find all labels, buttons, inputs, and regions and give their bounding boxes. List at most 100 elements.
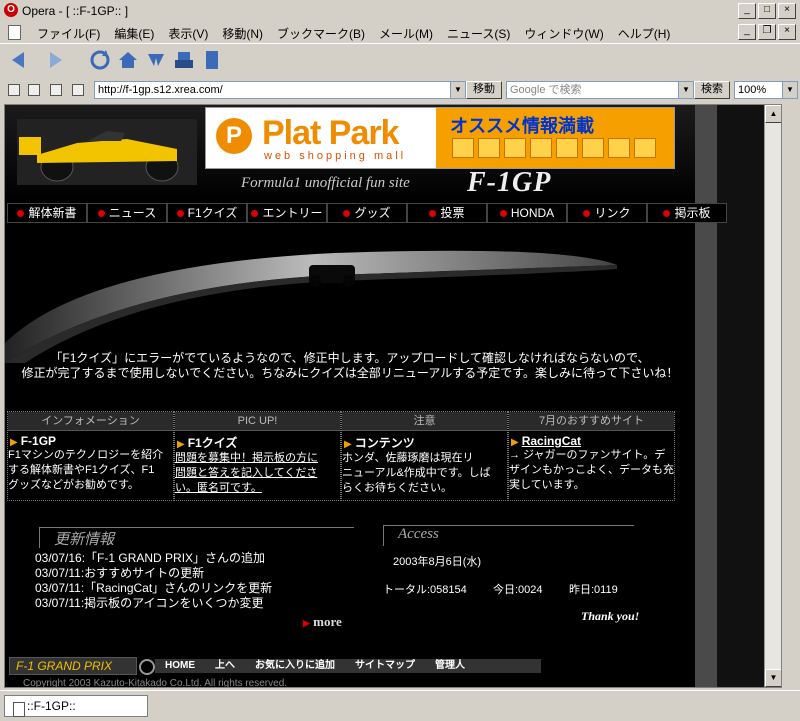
page-tab[interactable]: ::F-1GP:: [4,695,148,717]
menu-mail[interactable]: メール(M) [372,25,440,42]
access-header: Access [383,525,639,547]
lock-icon[interactable] [8,84,20,96]
footer-link-sitemap[interactable]: サイトマップ [345,659,425,673]
camera-icon[interactable] [28,84,40,96]
flag-icon [556,138,578,158]
print-icon[interactable] [172,48,196,72]
maximize-button[interactable]: □ [758,3,776,19]
footer-link-home[interactable]: HOME [155,659,205,673]
access-today: 今日:0024 [493,584,543,596]
bullet-icon [429,209,437,217]
site-nav: 解体新書 ニュース F1クイズ エントリー グッズ 投票 HONDA リンク 掲… [7,203,727,223]
shopping-icon [452,138,474,158]
home-icon[interactable] [116,48,140,72]
opera-logo-icon: O [4,3,18,17]
panel-pickup: PIC UP! ▶ F1クイズ 問題を募集中！掲示板の方に 問題と答えを記入してく… [174,411,341,501]
arrow-icon: ▶ [511,437,519,448]
nav-item-links[interactable]: リンク [567,203,647,223]
access-total: トータル:058154 [383,584,467,596]
nav-item-kaitai[interactable]: 解体新書 [7,203,87,223]
site-name: F-1GP [467,167,552,198]
address-input[interactable]: http://f-1gp.s12.xrea.com/ [94,81,467,99]
panel-caution: 注意 ▶ コンテンツ ホンダ、佐藤琢磨は現在リ ニューアル&作成中です。しば らく… [341,411,508,501]
platpark-logo-icon: P [216,118,252,154]
search-engine-dropdown-button[interactable]: ▼ [678,81,694,99]
menu-view[interactable]: 表示(V) [161,25,215,42]
bullet-icon [97,209,105,217]
footer-links: HOME 上へ お気に入りに追加 サイトマップ 管理人 [155,659,541,673]
nav-item-vote[interactable]: 投票 [407,203,487,223]
update-item[interactable]: 03/07/11:「RacingCat」さんのリンクを更新 [35,581,272,596]
bullet-icon [251,209,259,217]
back-icon[interactable] [6,48,30,72]
menu-navigate[interactable]: 移動(N) [215,25,270,42]
nav-item-news[interactable]: ニュース [87,203,167,223]
gift-icon [608,138,630,158]
nav-item-bbs[interactable]: 掲示板 [647,203,727,223]
nav-item-quiz[interactable]: F1クイズ [167,203,247,223]
page-icon[interactable] [200,48,224,72]
tools-icon [478,138,500,158]
panel-information: インフォメーション ▶ F-1GP F1マシンのテクノロジーを紹介 する解体新書や… [7,411,174,501]
document-icon [8,25,21,40]
menu-file[interactable]: ファイル(F) [30,25,107,42]
go-button[interactable]: 移動 [466,81,502,99]
hotlist-icon[interactable] [144,48,168,72]
navigation-toolbar [0,43,800,79]
address-dropdown-button[interactable]: ▼ [450,81,466,99]
menu-window[interactable]: ウィンドウ(W) [517,25,610,42]
hero-track-image [5,225,695,363]
search-button[interactable]: 検索 [694,81,730,99]
nav-item-honda[interactable]: HONDA [487,203,567,223]
menu-news[interactable]: ニュース(S) [440,25,517,42]
platpark-banner[interactable]: P Plat Park web shopping mall オススメ情報満載 [205,107,675,169]
scroll-down-button[interactable]: ▼ [765,669,781,687]
bullet-icon [663,209,671,217]
update-item: 03/07/11:おすすめサイトの更新 [35,566,205,580]
site-tagline: Formula1 unofficial fun site [241,175,410,191]
menu-bookmarks[interactable]: ブックマーク(B) [270,25,372,42]
close-button[interactable]: × [778,3,796,19]
search-input[interactable]: Google で検索 [506,81,685,99]
circle-icon [139,659,155,675]
footer-bar: F-1 GRAND PRIX HOME 上へ お気に入りに追加 サイトマップ 管… [5,655,545,675]
banner-icons [452,138,656,158]
more-link[interactable]: ▶ more [303,614,342,630]
forward-icon[interactable] [44,48,68,72]
footer-link-admin[interactable]: 管理人 [425,659,475,673]
reload-icon[interactable] [88,48,112,72]
update-item[interactable]: 03/07/16:「F-1 GRAND PRIX」さんの追加 [35,551,272,566]
zoom-select[interactable]: 100% [734,81,787,99]
document-icon[interactable] [50,84,62,96]
footer-link-favorite[interactable]: お気に入りに追加 [245,659,345,673]
footer-label: F-1 GRAND PRIX [9,657,137,675]
copyright: Copyright 2003 Kazuto-Kitakado Co.Ltd. A… [23,678,288,688]
bullet-icon [499,209,507,217]
monitor-icon [634,138,656,158]
nav-item-goods[interactable]: グッズ [327,203,407,223]
zoom-dropdown-button[interactable]: ▼ [782,81,798,99]
doc-minimize-button[interactable]: _ [738,24,756,40]
panel-recommend: 7月のおすすめサイト ▶ RacingCat → ジャガーのファンサイト。デ ザイ… [508,411,675,501]
update-item[interactable]: 03/07/11:掲示板のアイコンをいくつか変更 [35,596,272,611]
minimize-button[interactable]: _ [738,3,756,19]
camera-icon [530,138,552,158]
notice-text: 「F1クイズ」にエラーがでているようなので、修正中します。アップロードして確認し… [21,351,679,380]
nav-item-entry[interactable]: エントリー [247,203,327,223]
banner-promo: オススメ情報満載 [450,116,594,136]
footer-link-top[interactable]: 上へ [205,659,245,673]
thank-you-text: Thank you! [581,609,640,623]
access-date: 2003年8月6日(水) [393,556,482,568]
menu-edit[interactable]: 編集(E) [107,25,161,42]
scroll-up-button[interactable]: ▲ [765,105,781,123]
updates-header: 更新情報 [39,527,357,549]
vertical-scrollbar[interactable]: ▲ ▼ [764,105,781,687]
doc-close-button[interactable]: × [778,24,796,40]
racingcat-link[interactable]: RacingCat [522,434,581,448]
race-track-image [5,225,695,363]
doc-restore-button[interactable]: ❐ [758,24,776,40]
address-toolbar: http://f-1gp.s12.xrea.com/ ▼ 移動 Google で… [0,78,800,102]
menu-help[interactable]: ヘルプ(H) [611,25,678,42]
user-icon[interactable] [72,84,84,96]
info-panels: インフォメーション ▶ F-1GP F1マシンのテクノロジーを紹介 する解体新書や… [7,411,675,501]
